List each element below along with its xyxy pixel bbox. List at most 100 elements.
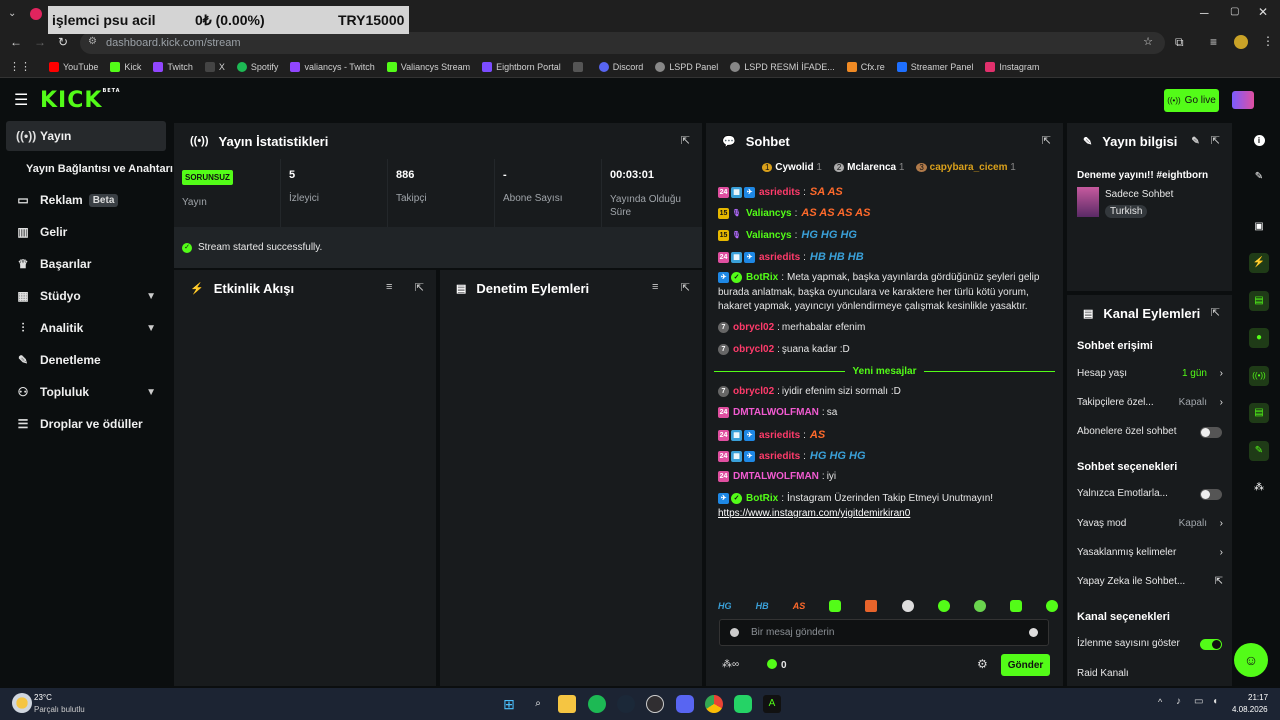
edit-icon[interactable]: ✎: [1191, 136, 1199, 147]
clipboard-icon[interactable]: ▤: [1249, 291, 1269, 311]
filter-icon[interactable]: ≡: [652, 281, 658, 293]
emote-kick-icon[interactable]: [1009, 600, 1022, 612]
clock-time[interactable]: 21:17: [1248, 693, 1268, 702]
bookmark-valiancys-stream[interactable]: Valiancys Stream: [386, 61, 470, 72]
emote-kick-icon[interactable]: [1046, 600, 1058, 612]
emote-ghost-icon[interactable]: [973, 600, 986, 612]
user-avatar[interactable]: [1232, 91, 1254, 109]
bookmark-discord[interactable]: Discord: [598, 61, 643, 72]
app-icon[interactable]: A: [763, 695, 781, 713]
followers-only-setting[interactable]: Takipçilere özel... Kapalı ›: [1077, 397, 1227, 408]
bookmark-kick[interactable]: Kick: [110, 61, 141, 72]
whatsapp-icon[interactable]: [734, 695, 752, 713]
chrome-icon[interactable]: [705, 695, 723, 713]
minimize-window-icon[interactable]: ─: [1200, 6, 1209, 20]
subscribers-only-toggle[interactable]: [1200, 427, 1222, 438]
profile-avatar[interactable]: [1234, 35, 1248, 49]
chat-message[interactable]: 7 obrycl02: merhabalar efenim: [718, 322, 865, 333]
bookmark-streamer-panel[interactable]: Streamer Panel: [896, 61, 973, 72]
bookmark-x[interactable]: X: [204, 61, 225, 72]
sidebar-item-denetleme[interactable]: ✎ Denetleme: [6, 345, 166, 375]
emotes-only-toggle[interactable]: [1200, 489, 1222, 500]
chat-settings-icon[interactable]: ⚙: [977, 657, 988, 671]
new-messages-divider[interactable]: Yeni mesajlar: [714, 365, 1055, 377]
obs-icon[interactable]: [646, 695, 664, 713]
go-live-button[interactable]: ((•)) Go live: [1164, 89, 1219, 112]
bookmark-lspd-ifade[interactable]: LSPD RESMİ İFADE...: [730, 61, 835, 72]
bookmark-youtube[interactable]: YouTube: [49, 61, 98, 72]
chat-message[interactable]: 24 DMTALWOLFMAN: sa: [718, 407, 837, 418]
bookmark-eightborn[interactable]: Eightborn Portal: [482, 61, 561, 72]
top-gifter-1[interactable]: 1 Cywolid 1: [762, 162, 822, 173]
top-gifter-2[interactable]: 2 Mclarenca 1: [833, 162, 904, 173]
forward-icon[interactable]: →: [34, 35, 46, 49]
extensions-icon[interactable]: ⧉: [1175, 35, 1184, 50]
account-age-setting[interactable]: Hesap yaşı 1 gün ›: [1077, 368, 1227, 379]
chat-message[interactable]: 24 ▦ ✈ asriedits: HG HG HG: [718, 450, 866, 462]
sidebar-item-basarilar[interactable]: ♛ Başarılar: [6, 249, 166, 279]
bookmark-twitch[interactable]: Twitch: [153, 61, 193, 72]
emoji-icon[interactable]: [1029, 628, 1038, 637]
chat-message[interactable]: 24 DMTALWOLFMAN: iyi: [718, 471, 836, 482]
clock-date[interactable]: 4.08.2026: [1232, 705, 1268, 714]
chat-message[interactable]: ✈ ✓ BotRix: Meta yapmak, başka yayınlarda …: [718, 272, 1039, 283]
filter-icon[interactable]: ≡: [386, 281, 392, 293]
bookmark-lspd-panel[interactable]: LSPD Panel: [655, 61, 718, 72]
weather-icon[interactable]: [12, 693, 32, 713]
close-window-icon[interactable]: ✕: [1258, 5, 1268, 19]
bookmark-star-icon[interactable]: ☆: [1143, 35, 1153, 48]
emote-hg[interactable]: HG: [718, 601, 732, 611]
chat-message[interactable]: 24 ▦ ✈ asriedits: AS: [718, 429, 825, 441]
reload-icon[interactable]: ↻: [58, 35, 68, 49]
tab-list-icon[interactable]: ⌄: [8, 8, 16, 19]
chat-message[interactable]: 24 ▦ ✈ asriedits: SA AS: [718, 186, 843, 198]
emote-kick-icon[interactable]: [937, 600, 950, 612]
stack-icon[interactable]: ▤: [1249, 403, 1269, 423]
sidebar-item-yayin[interactable]: ((•)) Yayın: [6, 121, 166, 151]
sidebar-item-gelir[interactable]: ▥ Gelir: [6, 217, 166, 247]
instagram-link[interactable]: https://www.instagram.com/yigitdemirkira…: [718, 508, 910, 519]
popout-icon[interactable]: ⇱: [415, 281, 424, 294]
search-icon[interactable]: ⌕: [529, 695, 547, 713]
steam-icon[interactable]: [617, 695, 635, 713]
weather-temp[interactable]: 23°C: [34, 693, 52, 702]
slow-mode-setting[interactable]: Yavaş mod Kapalı ›: [1077, 518, 1227, 529]
chat-bubble-icon[interactable]: ●: [1249, 328, 1269, 348]
popout-icon[interactable]: ⇱: [1211, 306, 1220, 319]
kick-logo[interactable]: KICKBETA: [40, 88, 121, 113]
network-icon[interactable]: ▭: [1194, 696, 1203, 707]
tab-favicon-icon[interactable]: [30, 8, 42, 20]
emote-hb[interactable]: HB: [756, 601, 769, 611]
users-icon[interactable]: ⁂∞: [722, 659, 739, 670]
wrench-icon[interactable]: ✎: [1249, 441, 1269, 461]
hamburger-menu-icon[interactable]: ☰: [14, 90, 28, 110]
chat-message[interactable]: 7 obrycl02: iyidir efenim sizi sormalı :D: [718, 386, 901, 397]
ai-chat-setting[interactable]: Yapay Zeka ile Sohbet... ⇱: [1077, 576, 1227, 587]
tray-chevron-icon[interactable]: ^: [1158, 697, 1162, 707]
popout-icon[interactable]: ⇱: [681, 281, 690, 294]
broadcast-icon[interactable]: ((•)): [1249, 366, 1269, 386]
maximize-window-icon[interactable]: ▢: [1230, 6, 1239, 17]
info-icon[interactable]: i: [1249, 131, 1269, 151]
sidebar-item-analitik[interactable]: ⫶ Analitik ▼: [6, 313, 166, 343]
send-button[interactable]: Gönder: [1001, 654, 1050, 676]
discord-icon[interactable]: [676, 695, 694, 713]
site-info-icon[interactable]: ⚙: [88, 36, 97, 47]
popout-icon[interactable]: ⇱: [1042, 134, 1051, 147]
edit-icon[interactable]: ✎: [1249, 167, 1269, 187]
help-fab[interactable]: ☺: [1234, 643, 1268, 677]
kick-points[interactable]: 0: [767, 659, 787, 671]
sidebar-item-studyo[interactable]: ▦ Stüdyo ▼: [6, 281, 166, 311]
emote-box-icon[interactable]: [865, 600, 878, 612]
popout-icon[interactable]: ⇱: [1211, 134, 1220, 147]
bookmark-spotify[interactable]: Spotify: [236, 61, 278, 72]
chat-message[interactable]: ✈ ✓ BotRix: İnstagram Üzerinden Takip Etme…: [718, 493, 993, 504]
weather-desc[interactable]: Parçalı bulutlu: [34, 705, 85, 714]
bookmark-instagram[interactable]: Instagram: [985, 61, 1039, 72]
sidebar-item-droplar[interactable]: ☰ Droplar ve ödüller: [6, 409, 166, 439]
windows-start-icon[interactable]: ⊞: [500, 695, 518, 713]
spotify-icon[interactable]: [588, 695, 606, 713]
bookmark-camera[interactable]: [572, 61, 587, 72]
chat-input[interactable]: Bir mesaj gönderin: [719, 619, 1049, 646]
category-name[interactable]: Sadece Sohbet: [1105, 189, 1173, 200]
